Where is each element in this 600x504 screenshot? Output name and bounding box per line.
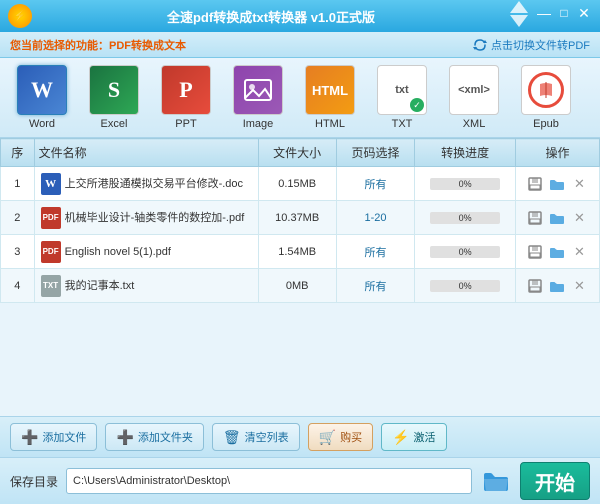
row-actions: ✕ [515,167,599,201]
row-filesize: 0MB [258,269,336,303]
row-seq: 3 [1,235,35,269]
row-filename: PDF机械毕业设计-轴类零件的数控加-.pdf [34,201,258,235]
image-icon [243,76,273,104]
buy-icon: 🛒 [319,429,336,446]
row-progress: 0% [415,235,516,269]
file-list-container: 序 文件名称 文件大小 页码选择 转换进度 操作 1 W上交所港股通模拟交易平台… [0,138,600,416]
current-function-label: 您当前选择的功能：PDF转换成文本 [10,37,186,53]
row-actions: ✕ [515,201,599,235]
save-path-label: 保存目录 [10,473,58,490]
row-delete-icon[interactable]: ✕ [570,175,588,193]
tool-ppt[interactable]: P PPT [154,65,218,130]
add-file-icon: ➕ [21,429,38,446]
row-filename: W上交所港股通模拟交易平台修改-.doc [34,167,258,201]
clear-list-label: 清空列表 [245,429,289,445]
tool-txt[interactable]: txt ✓ TXT [370,65,434,130]
col-header-size: 文件大小 [258,139,336,167]
clear-list-icon: 🗑 [223,429,241,446]
title-text: 全速pdf转换成txt转换器 v1.0正式版 [32,7,510,26]
col-header-progress: 转换进度 [415,139,516,167]
tool-image[interactable]: Image [226,65,290,130]
save-path-row: 保存目录 开始 [0,458,600,504]
nav-arrow-icon [510,1,528,13]
col-header-name: 文件名称 [34,139,258,167]
clear-list-button[interactable]: 🗑 清空列表 [212,423,300,451]
row-delete-icon[interactable]: ✕ [570,277,588,295]
browse-folder-button[interactable] [480,467,512,495]
switch-mode-link[interactable]: 点击切换文件转PDF [473,37,590,53]
row-delete-icon[interactable]: ✕ [570,243,588,261]
row-filename: PDFEnglish novel 5(1).pdf [34,235,258,269]
row-pagerange[interactable]: 1-20 [336,201,414,235]
row-filesize: 0.15MB [258,167,336,201]
row-seq: 4 [1,269,35,303]
add-folder-button[interactable]: ➕ 添加文件夹 [105,423,203,451]
add-file-button[interactable]: ➕ 添加文件 [10,423,97,451]
activate-button[interactable]: ⚡ 激活 [381,423,446,451]
tool-html[interactable]: HTML HTML [298,65,362,130]
save-path-input[interactable] [66,468,472,494]
row-filesize: 1.54MB [258,235,336,269]
nav-arrow-down-icon [510,15,528,27]
activate-label: 激活 [414,429,436,445]
col-header-page: 页码选择 [336,139,414,167]
row-pagerange[interactable]: 所有 [336,167,414,201]
function-name: PDF转换成文本 [109,40,186,52]
minimize-button[interactable]: — [536,5,552,21]
buy-button[interactable]: 🛒 购买 [308,423,373,451]
tool-excel[interactable]: S Excel [82,65,146,130]
col-header-action: 操作 [515,139,599,167]
tool-xml[interactable]: <xml> XML [442,65,506,130]
add-folder-icon: ➕ [116,429,133,446]
start-button[interactable]: 开始 [520,462,590,500]
row-filename: TXT我的记事本.txt [34,269,258,303]
activate-icon: ⚡ [392,429,409,446]
sub-header: 您当前选择的功能：PDF转换成文本 点击切换文件转PDF [0,32,600,58]
close-button[interactable]: ✕ [576,5,592,21]
folder-icon [482,469,510,493]
switch-mode-text: 点击切换文件转PDF [491,37,590,53]
window-controls: — □ ✕ [510,5,592,27]
buy-label: 购买 [340,429,362,445]
row-actions: ✕ [515,269,599,303]
row-save-icon[interactable] [526,209,544,227]
row-filesize: 10.37MB [258,201,336,235]
table-row: 4 TXT我的记事本.txt 0MB 所有 0% [1,269,600,303]
add-file-label: 添加文件 [42,429,86,445]
row-pagerange[interactable]: 所有 [336,235,414,269]
col-header-seq: 序 [1,139,35,167]
row-progress: 0% [415,201,516,235]
row-progress: 0% [415,269,516,303]
table-row: 2 PDF机械毕业设计-轴类零件的数控加-.pdf 10.37MB 1-20 0… [1,201,600,235]
row-save-icon[interactable] [526,277,544,295]
row-save-icon[interactable] [526,243,544,261]
table-row: 3 PDFEnglish novel 5(1).pdf 1.54MB 所有 0% [1,235,600,269]
row-folder-icon[interactable] [548,209,566,227]
row-folder-icon[interactable] [548,175,566,193]
row-save-icon[interactable] [526,175,544,193]
maximize-button[interactable]: □ [556,5,572,21]
row-seq: 1 [1,167,35,201]
bottom-toolbar: ➕ 添加文件 ➕ 添加文件夹 🗑 清空列表 🛒 购买 ⚡ 激活 [0,416,600,458]
switch-icon [473,38,487,52]
row-pagerange[interactable]: 所有 [336,269,414,303]
row-seq: 2 [1,201,35,235]
table-row: 1 W上交所港股通模拟交易平台修改-.doc 0.15MB 所有 0% [1,167,600,201]
row-progress: 0% [415,167,516,201]
title-bar: ⚡ 全速pdf转换成txt转换器 v1.0正式版 — □ ✕ [0,0,600,32]
tool-word[interactable]: W Word [10,65,74,130]
epub-icon [536,80,556,100]
row-delete-icon[interactable]: ✕ [570,209,588,227]
tool-epub[interactable]: Epub [514,65,578,130]
row-folder-icon[interactable] [548,243,566,261]
row-actions: ✕ [515,235,599,269]
icon-toolbar: W Word S Excel P PPT Image HTML HTML [0,58,600,138]
add-folder-label: 添加文件夹 [138,429,193,445]
app-logo: ⚡ [8,4,32,28]
row-folder-icon[interactable] [548,277,566,295]
file-table: 序 文件名称 文件大小 页码选择 转换进度 操作 1 W上交所港股通模拟交易平台… [0,138,600,303]
